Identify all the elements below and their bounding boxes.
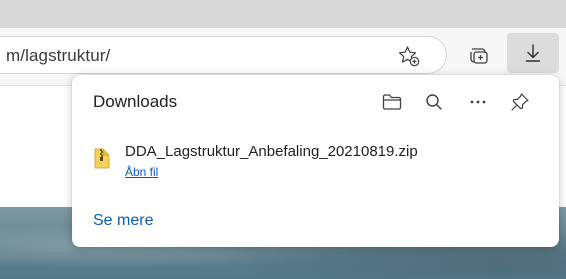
search-icon bbox=[426, 94, 442, 110]
collections-icon bbox=[470, 48, 488, 64]
downloads-flyout: Downloads DDA_Lagstruktur_Anbefaling_202… bbox=[72, 75, 559, 247]
collections-button[interactable] bbox=[459, 38, 499, 72]
pin-downloads-button[interactable] bbox=[508, 90, 532, 114]
open-downloads-folder-button[interactable] bbox=[380, 90, 404, 114]
title-bar bbox=[0, 0, 566, 28]
folder-icon bbox=[382, 94, 402, 110]
browser-window: m/lagstruktur/ Downloads DDA_Lagstruktur… bbox=[0, 0, 566, 279]
download-arrow-icon bbox=[525, 44, 541, 62]
url-text[interactable]: m/lagstruktur/ bbox=[6, 46, 110, 66]
download-item[interactable]: DDA_Lagstruktur_Anbefaling_20210819.zip … bbox=[86, 137, 546, 185]
download-file-name[interactable]: DDA_Lagstruktur_Anbefaling_20210819.zip bbox=[125, 143, 418, 160]
downloads-button[interactable] bbox=[507, 33, 559, 73]
pin-icon bbox=[511, 93, 529, 111]
star-plus-icon bbox=[398, 46, 420, 67]
open-file-link[interactable]: Åbn fil bbox=[125, 165, 158, 179]
more-options-button[interactable] bbox=[466, 90, 490, 114]
downloads-title: Downloads bbox=[93, 92, 178, 111]
address-bar[interactable]: m/lagstruktur/ bbox=[0, 36, 447, 74]
search-downloads-button[interactable] bbox=[422, 90, 446, 114]
zip-file-icon bbox=[94, 148, 110, 169]
see-more-link[interactable]: Se mere bbox=[93, 212, 153, 230]
add-favorite-button[interactable] bbox=[392, 43, 426, 69]
more-icon bbox=[470, 100, 486, 104]
